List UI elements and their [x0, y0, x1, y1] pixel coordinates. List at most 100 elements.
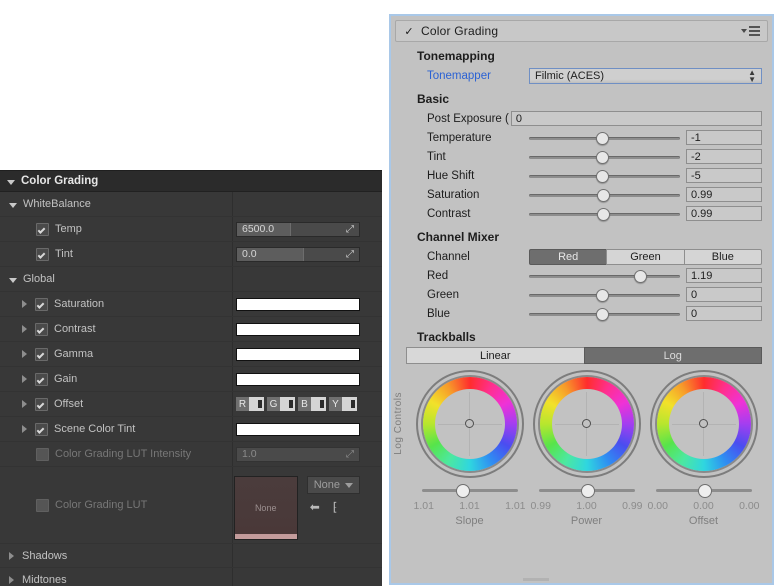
color-wheel-icon[interactable]: [649, 370, 758, 478]
revert-icon[interactable]: ⤢: [346, 224, 354, 235]
checkbox-lut[interactable]: [36, 498, 49, 512]
use-selected-asset-icon[interactable]: ⬅: [310, 500, 320, 514]
mixer-red-value[interactable]: 1.19: [686, 268, 762, 283]
saturation-value[interactable]: 0.99: [686, 187, 762, 202]
expand-triangle-icon[interactable]: [9, 202, 17, 208]
group-header-shadows[interactable]: Shadows: [0, 543, 382, 568]
saturation-slider[interactable]: [529, 188, 680, 202]
channel-letter: G: [267, 397, 280, 411]
section-title-tonemapping: Tonemapping: [417, 49, 495, 63]
color-swatch-gamma[interactable]: [236, 347, 360, 361]
browse-asset-icon[interactable]: ⁅: [333, 500, 338, 514]
hue-shift-slider[interactable]: [529, 169, 680, 183]
offset-slider[interactable]: [655, 484, 752, 498]
row-hue-shift: Hue Shift -5: [391, 166, 772, 185]
post-exposure-input[interactable]: 0: [510, 111, 762, 126]
numeric-field-temp[interactable]: 6500.0 ⤢: [236, 221, 360, 237]
checkbox-offset[interactable]: [35, 397, 48, 411]
trackball-power: 0.99 1.00 0.99 Power: [531, 370, 643, 527]
trackball-mode-linear[interactable]: Linear: [406, 347, 585, 364]
temperature-value[interactable]: -1: [686, 130, 762, 145]
checkbox-lut-intensity[interactable]: [36, 447, 49, 461]
checkbox-tint[interactable]: [36, 247, 49, 261]
expand-triangle-icon[interactable]: [22, 375, 27, 383]
slope-value-r: 1.01: [413, 500, 434, 512]
checkbox-contrast[interactable]: [35, 322, 48, 336]
expand-triangle-icon[interactable]: [22, 325, 27, 333]
numeric-value: 6500.0: [237, 222, 291, 236]
unity-panel-header[interactable]: ✓ Color Grading: [395, 20, 768, 42]
channel-field-b[interactable]: B: [298, 397, 326, 411]
power-slider[interactable]: [538, 484, 635, 498]
group-header-global[interactable]: Global: [0, 267, 382, 292]
channel-tab-red[interactable]: Red: [529, 248, 608, 265]
contrast-value[interactable]: 0.99: [686, 206, 762, 221]
property-label: Color Grading LUT Intensity: [55, 448, 192, 460]
unreal-panel-header[interactable]: Color Grading: [0, 171, 382, 192]
checkbox-temp[interactable]: [36, 222, 49, 236]
mixer-green-slider[interactable]: [529, 288, 680, 302]
revert-icon[interactable]: ⤢: [346, 449, 354, 460]
numeric-field-tint[interactable]: 0.0 ⤢: [236, 246, 360, 262]
hue-shift-value[interactable]: -5: [686, 168, 762, 183]
enable-checkbox[interactable]: ✓: [403, 25, 415, 38]
property-row-contrast: Contrast: [0, 317, 382, 342]
channel-field-g[interactable]: G: [267, 397, 295, 411]
wheel-handle[interactable]: [464, 419, 474, 428]
expand-triangle-icon[interactable]: [22, 400, 27, 408]
preset-menu-icon[interactable]: [741, 26, 760, 36]
expand-triangle-icon[interactable]: [22, 300, 27, 308]
expand-triangle-icon[interactable]: [9, 576, 14, 584]
slope-slider[interactable]: [421, 484, 518, 498]
row-tonemapper: Tonemapper Filmic (ACES) ▲ ▼: [391, 66, 772, 85]
revert-icon[interactable]: ⤢: [346, 249, 354, 260]
channel-value[interactable]: [249, 397, 264, 411]
lut-thumbnail[interactable]: None: [233, 476, 298, 540]
mixer-blue-value[interactable]: 0: [686, 306, 762, 321]
contrast-slider[interactable]: [529, 207, 680, 221]
expand-triangle-icon[interactable]: [9, 277, 17, 283]
trackball-mode-tabs: Linear Log: [406, 347, 762, 364]
channel-value[interactable]: [311, 397, 326, 411]
expand-triangle-icon[interactable]: [22, 425, 27, 433]
trackball-mode-log[interactable]: Log: [583, 347, 762, 364]
checkbox-saturation[interactable]: [35, 297, 48, 311]
checkbox-scene-color-tint[interactable]: [35, 422, 48, 436]
tint-value[interactable]: -2: [686, 149, 762, 164]
group-label: Global: [23, 273, 55, 285]
channel-field-y[interactable]: Y: [329, 397, 357, 411]
channel-value[interactable]: [280, 397, 295, 411]
group-header-midtones[interactable]: Midtones: [0, 568, 382, 586]
expand-triangle-icon[interactable]: [7, 179, 15, 185]
expand-triangle-icon[interactable]: [22, 350, 27, 358]
channel-tab-blue[interactable]: Blue: [683, 248, 762, 265]
color-wheel-icon[interactable]: [532, 370, 641, 478]
temperature-label: Temperature: [427, 131, 492, 144]
mixer-green-value[interactable]: 0: [686, 287, 762, 302]
group-header-whitebalance[interactable]: WhiteBalance: [0, 192, 382, 217]
color-swatch-gain[interactable]: [236, 372, 360, 386]
checkbox-gamma[interactable]: [35, 347, 48, 361]
channel-value[interactable]: [342, 397, 357, 411]
chevron-down-icon[interactable]: [345, 482, 353, 488]
color-swatch-scene-color-tint[interactable]: [236, 422, 360, 436]
wheel-handle[interactable]: [698, 419, 708, 428]
section-title-trackballs: Trackballs: [417, 330, 476, 344]
channel-field-r[interactable]: R: [236, 397, 264, 411]
color-wheel-icon[interactable]: [415, 370, 524, 478]
row-channel-selector: Channel Red Green Blue: [391, 247, 772, 266]
tonemapper-dropdown[interactable]: Filmic (ACES) ▲ ▼: [529, 67, 762, 84]
channel-tab-green[interactable]: Green: [606, 248, 685, 265]
mixer-blue-slider[interactable]: [529, 307, 680, 321]
tint-slider[interactable]: [529, 150, 680, 164]
mixer-red-slider[interactable]: [529, 269, 680, 283]
color-swatch-saturation[interactable]: [236, 297, 360, 311]
temperature-slider[interactable]: [529, 131, 680, 145]
numeric-field-lut-intensity[interactable]: 1.0 ⤢: [236, 446, 360, 462]
expand-triangle-icon[interactable]: [9, 551, 14, 560]
checkbox-gain[interactable]: [35, 372, 48, 386]
row-tint: Tint -2: [391, 147, 772, 166]
lut-asset-dropdown[interactable]: None: [306, 476, 360, 494]
color-swatch-contrast[interactable]: [236, 322, 360, 336]
wheel-handle[interactable]: [581, 419, 591, 428]
